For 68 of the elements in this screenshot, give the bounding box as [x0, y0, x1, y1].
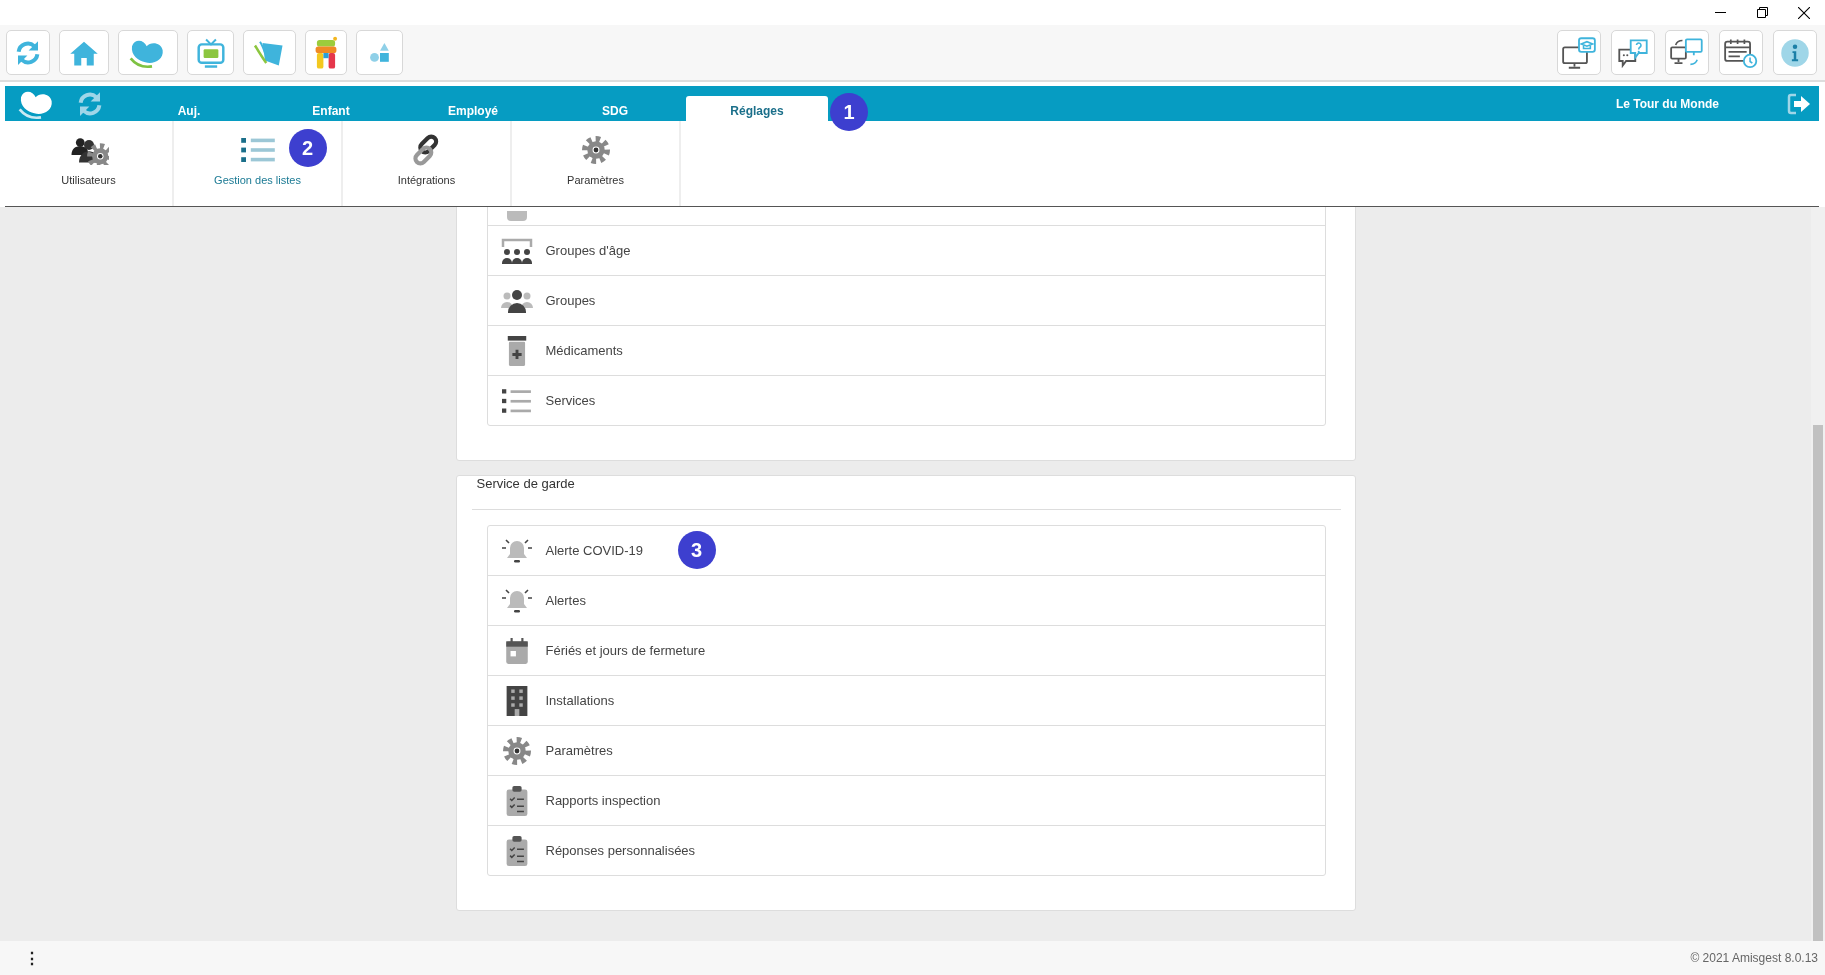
menu-item-label: Intégrations	[397, 174, 456, 186]
list-item[interactable]: Installations	[487, 676, 1325, 726]
callout-badge: 2	[288, 129, 327, 167]
figure-button[interactable]	[305, 30, 347, 75]
gear-icon	[579, 134, 612, 166]
list-item-label: Réponses personnalisées	[545, 843, 696, 858]
list-item-label: Médicaments	[545, 343, 623, 358]
list-item-label: Installations	[545, 693, 615, 708]
people-group-icon	[499, 287, 534, 314]
figure-icon	[313, 35, 339, 70]
clipboard-checklist-icon	[505, 835, 528, 866]
tv-button[interactable]	[187, 30, 234, 75]
monitor-graduation-cap-icon	[1562, 36, 1596, 69]
list-item-label: Rapports inspection	[545, 793, 661, 808]
copyright-text: © 2021 Amisgest 8.0.13	[1690, 951, 1818, 965]
exit-icon	[1787, 92, 1811, 115]
schedule-button[interactable]	[1719, 30, 1763, 75]
callout-badge: 3	[677, 531, 716, 569]
tv-icon	[195, 36, 226, 69]
list-item[interactable]: Groupes d'âge	[487, 226, 1325, 276]
scrollbar[interactable]	[1813, 425, 1823, 941]
list-item-label: Services	[545, 393, 596, 408]
list-item-label: Alerte COVID-19	[545, 543, 644, 558]
list-item[interactable]: Groupes	[487, 276, 1325, 326]
list-item-label: Groupes d'âge	[545, 243, 631, 258]
home-button[interactable]	[59, 30, 109, 75]
building-icon	[504, 685, 529, 716]
more-menu-button[interactable]: ⋮	[20, 948, 44, 968]
site-name: Le Tour du Monde	[1615, 96, 1719, 111]
remote-button[interactable]	[1665, 30, 1709, 75]
list-item[interactable]: Rapports inspection	[487, 776, 1325, 826]
calendar-icon	[504, 636, 529, 665]
close-icon	[1798, 6, 1810, 19]
list-item[interactable]: Fériés et jours de fermeture	[487, 626, 1325, 676]
wing-button[interactable]	[243, 30, 296, 75]
gear-icon	[500, 734, 533, 767]
menu-item-label: Utilisateurs	[61, 174, 116, 186]
menu-item-label: Gestion des listes	[214, 174, 301, 186]
training-button[interactable]	[1557, 30, 1601, 75]
list-item[interactable]: Services	[487, 376, 1325, 425]
chat-question-icon	[1617, 37, 1649, 68]
calendar-clock-icon	[1724, 36, 1758, 69]
help-button[interactable]	[1611, 30, 1655, 75]
list-item[interactable]: Médicaments	[487, 326, 1325, 376]
logo-button[interactable]	[118, 30, 178, 75]
list-icon	[501, 387, 532, 414]
list-item-label: Alertes	[545, 593, 586, 608]
refresh-button[interactable]	[6, 30, 50, 75]
shapes-button[interactable]	[356, 30, 403, 75]
info-icon	[1780, 37, 1810, 68]
list-item[interactable]: Alerte COVID-19 3	[487, 526, 1325, 576]
shapes-icon	[368, 41, 391, 64]
list-item[interactable]: Paramètres	[487, 726, 1325, 776]
menu-item-label: Paramètres	[567, 174, 624, 186]
restore-icon	[1756, 7, 1768, 18]
list-item-label: Fériés et jours de fermeture	[545, 643, 706, 658]
list-icon	[239, 135, 276, 165]
list-item-label: Groupes	[545, 293, 596, 308]
list-item[interactable]: Réponses personnalisées	[487, 826, 1325, 875]
medicine-bottle-icon	[506, 335, 527, 366]
list-item-label: Paramètres	[545, 743, 613, 758]
logout-link[interactable]	[1787, 92, 1811, 115]
callout-badge: 1	[830, 93, 868, 131]
info-button[interactable]	[1773, 30, 1817, 75]
clipboard-checklist-icon	[505, 785, 528, 816]
nav-tab[interactable]: Réglages	[686, 96, 828, 121]
list-item[interactable]: Alertes	[487, 576, 1325, 626]
section-title: Service de garde	[471, 476, 1341, 510]
